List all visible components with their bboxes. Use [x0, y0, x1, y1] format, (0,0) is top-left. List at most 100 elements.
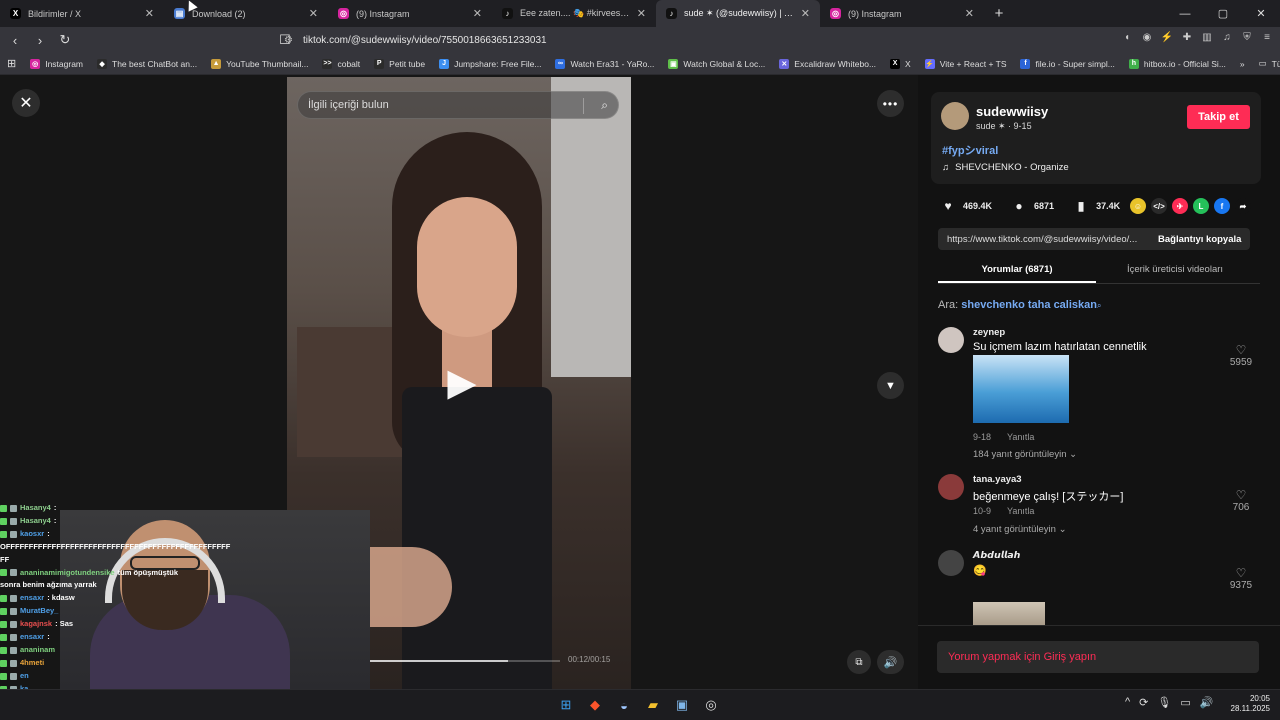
sync-icon[interactable]: ⟳ — [1139, 696, 1148, 709]
browser-tab[interactable]: ♪ sude ✶ (@sudewwiisy) | TikTok ✕ — [656, 0, 820, 27]
steam-icon[interactable]: ◒ — [614, 694, 634, 716]
forward-share-icon[interactable]: ➦ — [1235, 198, 1251, 214]
follow-button[interactable]: Takip et — [1187, 105, 1250, 129]
close-window-icon[interactable]: ✕ — [1242, 7, 1280, 20]
view-replies-button[interactable]: 4 yanıt görüntüleyin ⌄ — [973, 524, 1067, 535]
comment-like[interactable]: ♡ 9375 — [1226, 566, 1256, 591]
heart-icon[interactable]: ♥ — [940, 198, 956, 214]
reload-icon[interactable]: ↻ — [55, 30, 75, 50]
author-avatar[interactable] — [941, 102, 969, 130]
display-icon[interactable]: ▭ — [1180, 696, 1190, 709]
microphone-icon[interactable]: 🎙 — [1157, 696, 1171, 709]
comment-image[interactable] — [973, 602, 1045, 625]
bookmark-item[interactable]: f file.io - Super simpl... — [1013, 58, 1121, 69]
bookmark-item[interactable]: ▲ YouTube Thumbnail... — [204, 58, 315, 69]
vpn-icon[interactable]: ⛨ — [1240, 30, 1254, 44]
extension-icon[interactable]: ◉ — [1140, 30, 1154, 44]
bookmark-item[interactable]: P Petit tube — [367, 58, 432, 69]
bookmark-item[interactable]: XX — [883, 58, 918, 69]
related-search-input[interactable]: İlgili içeriği bulun ⌕ — [297, 91, 619, 119]
file-explorer-icon[interactable]: ▰ — [643, 694, 663, 716]
close-tab-icon[interactable]: ✕ — [309, 7, 318, 20]
address-bar[interactable]: ⚙ tiktok.com/@sudewwiisy/video/755001866… — [276, 30, 1006, 50]
menu-icon[interactable]: ≡ — [1260, 30, 1274, 44]
maximize-icon[interactable]: ▢ — [1204, 7, 1242, 20]
site-settings-icon[interactable]: ⚙ — [284, 35, 293, 46]
volume-button[interactable]: 🔊 — [877, 650, 904, 674]
play-icon[interactable]: ▶ — [442, 362, 482, 404]
sidebar-icon[interactable]: ▥ — [1200, 30, 1214, 44]
comment-search-suggestion[interactable]: Ara: shevchenko taha caliskan⌕ — [938, 299, 1101, 311]
heart-outline-icon[interactable]: ♡ — [1226, 343, 1256, 357]
next-video-button[interactable]: ▼ — [877, 372, 904, 399]
more-bookmarks-button[interactable]: » — [1233, 59, 1252, 69]
reply-button[interactable]: Yanıtla — [1007, 506, 1034, 516]
bookmark-item[interactable]: ▣ Watch Global & Loc... — [661, 58, 772, 69]
close-tab-icon[interactable]: ✕ — [473, 7, 482, 20]
music-link[interactable]: ♫ SHEVCHENKO - Organize — [942, 162, 1069, 173]
tab-creator-videos[interactable]: İçerik üreticisi videoları — [1096, 260, 1254, 283]
reply-button[interactable]: Yanıtla — [1007, 432, 1034, 442]
puzzle-extensions-icon[interactable]: ✚ — [1180, 30, 1194, 44]
comment-sticker-image[interactable] — [973, 355, 1069, 423]
emoji-share-icon[interactable]: ☺ — [1130, 198, 1146, 214]
commenter-name[interactable]: 𝘼𝙗𝙙𝙪𝙡𝙡𝙖𝙝 — [973, 550, 1020, 561]
browser-tab[interactable]: X Bildirimler / X ✕ — [0, 0, 164, 27]
comment-like[interactable]: ♡ 5959 — [1226, 343, 1256, 368]
chevron-up-icon[interactable]: ^ — [1125, 696, 1130, 709]
volume-tray-icon[interactable]: 🔊 — [1200, 696, 1214, 709]
browser-tab[interactable]: ♪ Eee zaten.... 🎭 #kirvees | TikTok ✕ — [492, 0, 656, 27]
app-icon[interactable]: ◎ — [701, 694, 721, 716]
bookmark-item[interactable]: ✕ Excalidraw Whitebo... — [772, 58, 883, 69]
apps-grid-icon[interactable]: ⊞ — [0, 57, 23, 70]
extension-icon[interactable]: ⚡ — [1160, 30, 1174, 44]
tab-comments[interactable]: Yorumlar (6871) — [938, 260, 1096, 283]
bookmark-item[interactable]: ⚡ Vite + React + TS — [918, 58, 1014, 69]
close-tab-icon[interactable]: ✕ — [965, 7, 974, 20]
bookmark-item[interactable]: h hitbox.io - Official Si... — [1122, 58, 1233, 69]
more-options-button[interactable]: ••• — [877, 90, 904, 117]
bookmark-item[interactable]: ◎ Instagram — [23, 58, 90, 69]
browser-tab[interactable]: ◎ (9) Instagram ✕ — [820, 0, 984, 27]
bookmark-item[interactable]: J Jumpshare: Free File... — [432, 58, 548, 69]
new-tab-button[interactable]: + — [984, 5, 1014, 22]
media-icon[interactable]: ♫ — [1220, 30, 1234, 44]
embed-icon[interactable]: </> — [1151, 198, 1167, 214]
heart-outline-icon[interactable]: ♡ — [1226, 566, 1256, 580]
bookmark-item[interactable]: ◆ The best ChatBot an... — [90, 58, 204, 69]
commenter-avatar[interactable] — [938, 550, 964, 576]
picture-in-picture-button[interactable]: ⧉ — [847, 650, 871, 674]
facebook-share-icon[interactable]: f — [1214, 198, 1230, 214]
comment-icon[interactable]: ● — [1011, 198, 1027, 214]
telegram-share-icon[interactable]: ✈ — [1172, 198, 1188, 214]
bookmark-save-icon[interactable]: ▮ — [1073, 198, 1089, 214]
brave-browser-icon[interactable]: ◆ — [585, 694, 605, 716]
close-tab-icon[interactable]: ✕ — [801, 7, 810, 20]
photos-icon[interactable]: ▣ — [672, 694, 692, 716]
commenter-avatar[interactable] — [938, 474, 964, 500]
heart-outline-icon[interactable]: ♡ — [1226, 488, 1256, 502]
commenter-name[interactable]: tana.yaya3 — [973, 474, 1022, 485]
bookmark-item[interactable]: ∞ Watch Era31 - YaRo... — [548, 58, 661, 69]
search-icon[interactable]: ⌕ — [601, 98, 608, 113]
audio-icon[interactable]: ◖ — [1120, 30, 1134, 44]
comment-like[interactable]: ♡ 706 — [1226, 488, 1256, 513]
system-clock[interactable]: 20:05 28.11.2025 — [1225, 694, 1270, 714]
minimize-icon[interactable]: — — [1166, 8, 1204, 20]
copy-link-button[interactable]: Bağlantıyı kopyala — [1156, 234, 1241, 245]
author-username[interactable]: sudewwiisy — [976, 104, 1048, 119]
view-replies-button[interactable]: 184 yanıt görüntüleyin ⌄ — [973, 449, 1077, 460]
back-icon[interactable]: ‹ — [5, 30, 25, 50]
line-share-icon[interactable]: L — [1193, 198, 1209, 214]
close-video-button[interactable]: ✕ — [12, 89, 40, 117]
commenter-name[interactable]: zeynep — [973, 327, 1005, 338]
windows-start-icon[interactable]: ⊞ — [556, 694, 576, 716]
all-bookmarks-folder[interactable]: ▭Tüm Yer İşaretleri — [1252, 58, 1280, 69]
login-to-comment-button[interactable]: Yorum yapmak için Giriş yapın — [937, 641, 1259, 673]
forward-icon[interactable]: › — [30, 30, 50, 50]
commenter-avatar[interactable] — [938, 327, 964, 353]
close-tab-icon[interactable]: ✕ — [637, 7, 646, 20]
bookmark-item[interactable]: >> cobalt — [315, 58, 367, 69]
browser-tab[interactable]: ◎ (9) Instagram ✕ — [328, 0, 492, 27]
close-tab-icon[interactable]: ✕ — [145, 7, 154, 20]
